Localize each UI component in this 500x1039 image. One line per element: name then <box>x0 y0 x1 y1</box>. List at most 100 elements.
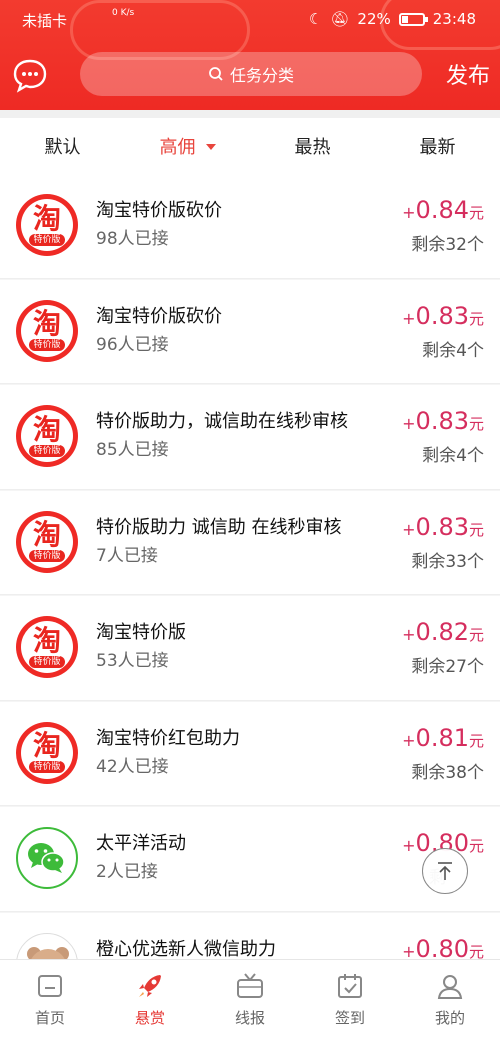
tv-icon <box>237 973 263 998</box>
calendar-check-icon <box>338 974 362 998</box>
nav-news[interactable]: 线报 <box>200 960 300 1039</box>
tab-default[interactable]: 默认 <box>0 118 125 174</box>
task-reward: +0.81元 <box>402 724 484 752</box>
task-remaining: 剩余38个 <box>411 762 484 783</box>
task-remaining: 剩余32个 <box>411 235 484 255</box>
battery-percent: 22% <box>357 10 391 28</box>
task-item[interactable]: 淘特价版 淘宝特价版 53人已接 +0.82元 剩余27个 <box>0 596 500 701</box>
publish-button[interactable]: 发布 <box>446 58 490 90</box>
task-title: 特价版助力 诚信助 在线秒审核 <box>96 516 342 538</box>
reward-amount: 0.84 <box>415 196 469 224</box>
nav-label: 线报 <box>234 1009 265 1027</box>
task-reward: +0.80元 <box>402 935 484 960</box>
tab-label: 默认 <box>44 137 81 158</box>
rocket-icon <box>139 975 161 997</box>
user-icon <box>437 975 463 999</box>
reward-unit: 元 <box>468 837 484 855</box>
tab-newest[interactable]: 最新 <box>375 118 500 174</box>
logo-text: 淘 <box>32 201 61 235</box>
logo-text: 淘 <box>32 412 61 446</box>
nav-label: 悬赏 <box>134 1009 165 1027</box>
logo-text: 淘 <box>32 729 61 762</box>
task-reward: +0.83元 <box>402 302 484 330</box>
clock: 23:48 <box>432 10 476 28</box>
reward-unit: 元 <box>468 942 484 960</box>
tab-label: 高佣 <box>159 137 196 158</box>
task-title: 特价版助力，诚信助在线秒审核 <box>96 411 348 432</box>
reward-plus: + <box>402 414 416 433</box>
reward-unit: 元 <box>468 731 484 750</box>
logo-sub: 特价版 <box>29 339 65 351</box>
reward-amount: 0.80 <box>415 934 469 960</box>
task-item[interactable]: 淘特价版 淘宝特价红包助力 42人已接 +0.81元 剩余38个 <box>0 701 500 806</box>
net-speed: 0 K/s <box>112 8 135 18</box>
task-item[interactable]: 淘特价版 淘宝特价版砍价 98人已接 +0.84元 剩余32个 <box>0 174 500 279</box>
task-accepted-count: 96人已接 <box>96 334 169 355</box>
task-title: 淘宝特价红包助力 <box>96 727 240 749</box>
reward-unit: 元 <box>468 204 484 222</box>
reward-unit: 元 <box>468 520 484 539</box>
back-to-top-button[interactable] <box>422 848 468 894</box>
reward-amount: 0.83 <box>415 512 469 541</box>
mute-icon: 🔕︎ <box>330 10 350 28</box>
task-reward: +0.84元 <box>402 196 484 224</box>
taobao-tejia-icon: 淘特价版 <box>16 299 78 362</box>
search-bar[interactable]: 任务分类 <box>80 52 422 96</box>
wechat-icon <box>16 827 78 889</box>
task-remaining: 剩余33个 <box>411 551 484 572</box>
nav-profile[interactable]: 我的 <box>400 960 500 1039</box>
logo-text: 淘 <box>32 623 61 657</box>
task-list: 淘特价版 淘宝特价版砍价 98人已接 +0.84元 剩余32个 淘特价版 淘宝特… <box>0 174 500 959</box>
logo-text: 淘 <box>32 518 61 551</box>
carrier-label: 未插卡 <box>22 12 68 30</box>
task-remaining: 剩余4个 <box>422 340 484 361</box>
task-title: 太平洋活动 <box>96 833 186 854</box>
bear-avatar-icon <box>16 932 78 959</box>
task-reward: +0.83元 <box>402 407 484 435</box>
tab-label: 最热 <box>294 137 331 158</box>
reward-plus: + <box>402 519 416 539</box>
task-remaining: 剩余27个 <box>411 657 484 677</box>
task-title: 淘宝特价版砍价 <box>96 200 222 221</box>
task-accepted-count: 2人已接 <box>96 862 158 882</box>
nav-home[interactable]: 首页 <box>0 960 100 1039</box>
reward-plus: + <box>402 625 416 644</box>
taobao-tejia-icon: 淘特价版 <box>16 616 78 678</box>
task-reward: +0.83元 <box>402 513 484 541</box>
app-header: 未插卡 0 K/s ☾ 🔕︎ 22% 23:48 任务分类 发布 <box>0 0 500 110</box>
status-bar: 未插卡 0 K/s ☾ 🔕︎ 22% 23:48 <box>0 8 500 32</box>
task-accepted-count: 85人已接 <box>96 440 169 460</box>
nav-label: 首页 <box>34 1009 65 1027</box>
task-item[interactable]: 淘特价版 特价版助力 诚信助 在线秒审核 7人已接 +0.83元 剩余33个 <box>0 490 500 595</box>
task-title: 橙心优选新人微信助力 <box>96 938 276 960</box>
home-icon <box>38 975 62 997</box>
nav-label: 签到 <box>334 1009 365 1027</box>
sort-tabs: 默认 高佣 最热 最新 <box>0 110 500 174</box>
reward-amount: 0.81 <box>415 723 469 752</box>
caret-down-icon <box>205 144 216 150</box>
nav-checkin[interactable]: 签到 <box>300 960 400 1039</box>
logo-sub: 特价版 <box>29 761 65 773</box>
reward-plus: + <box>402 836 416 855</box>
task-item[interactable]: 淘特价版 淘宝特价版砍价 96人已接 +0.83元 剩余4个 <box>0 279 500 384</box>
taobao-tejia-icon: 淘特价版 <box>16 510 78 573</box>
search-placeholder: 任务分类 <box>229 66 294 85</box>
reward-amount: 0.82 <box>415 618 469 646</box>
moon-icon: ☾ <box>308 10 323 28</box>
taobao-tejia-icon: 淘特价版 <box>16 405 78 467</box>
nav-label: 我的 <box>434 1009 465 1027</box>
arrow-up-icon <box>438 862 452 880</box>
nav-reward[interactable]: 悬赏 <box>100 960 200 1039</box>
task-item[interactable]: 橙心优选新人微信助力 +0.80元 <box>0 912 500 960</box>
tab-hottest[interactable]: 最热 <box>250 118 375 174</box>
task-remaining: 剩余4个 <box>422 446 484 466</box>
chat-bubble-icon[interactable] <box>12 57 48 93</box>
task-item[interactable]: 淘特价版 特价版助力，诚信助在线秒审核 85人已接 +0.83元 剩余4个 <box>0 385 500 490</box>
battery-icon <box>398 12 428 26</box>
logo-sub: 特价版 <box>29 655 65 668</box>
search-icon <box>209 67 223 81</box>
bottom-nav: 首页 悬赏 线报 签到 我的 <box>0 959 500 1039</box>
task-accepted-count: 98人已接 <box>96 229 169 249</box>
logo-text: 淘 <box>32 307 61 340</box>
tab-high-commission[interactable]: 高佣 <box>125 118 250 174</box>
